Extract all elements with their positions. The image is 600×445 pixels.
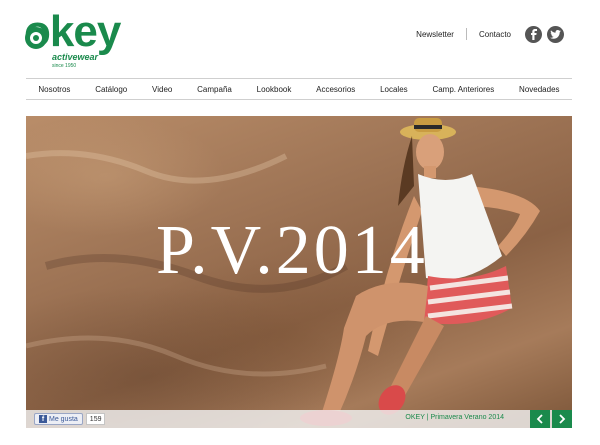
slider-prev-button[interactable] — [530, 410, 550, 428]
brand-tagline: activewear — [52, 52, 99, 62]
social-links — [525, 25, 564, 43]
nav-item-campana[interactable]: Campaña — [197, 85, 232, 94]
chevron-right-icon — [559, 414, 566, 424]
brand-since: since 1950 — [52, 63, 77, 69]
facebook-like-widget: f Me gusta 159 — [34, 413, 106, 425]
twitter-icon[interactable] — [547, 25, 564, 43]
facebook-like-button[interactable]: f Me gusta — [34, 413, 83, 425]
nav-item-lookbook[interactable]: Lookbook — [257, 85, 292, 94]
brand-logo[interactable]: okey activewear since 1950 — [24, 10, 124, 72]
like-label: Me gusta — [49, 415, 78, 423]
contact-link[interactable]: Contacto — [479, 30, 511, 39]
link-divider — [465, 28, 467, 40]
nav-item-nosotros[interactable]: Nosotros — [38, 85, 70, 94]
nav-item-locales[interactable]: Locales — [380, 85, 408, 94]
top-links: Newsletter Contacto — [416, 24, 564, 44]
slider-next-button[interactable] — [552, 410, 572, 428]
hero-slider[interactable]: P.V.2014 f Me gusta 159 OKEY | Primavera… — [26, 116, 572, 428]
nav-item-accesorios[interactable]: Accesorios — [316, 85, 355, 94]
nav-item-camp-anteriores[interactable]: Camp. Anteriores — [432, 85, 494, 94]
nav-item-catalogo[interactable]: Catálogo — [95, 85, 127, 94]
facebook-f-icon: f — [39, 415, 47, 423]
nav-item-video[interactable]: Video — [152, 85, 172, 94]
hero-caption-bar: f Me gusta 159 OKEY | Primavera Verano 2… — [26, 410, 572, 428]
main-nav: Nosotros Catálogo Video Campaña Lookbook… — [26, 78, 572, 100]
like-count: 159 — [85, 413, 106, 425]
facebook-icon[interactable] — [525, 25, 542, 43]
hero-title: P.V.2014 — [156, 212, 428, 289]
logo-ring-icon — [25, 27, 47, 49]
chevron-left-icon — [536, 414, 543, 424]
slide-caption: OKEY | Primavera Verano 2014 — [405, 414, 504, 421]
newsletter-link[interactable]: Newsletter — [416, 30, 454, 39]
nav-item-novedades[interactable]: Novedades — [519, 85, 559, 94]
